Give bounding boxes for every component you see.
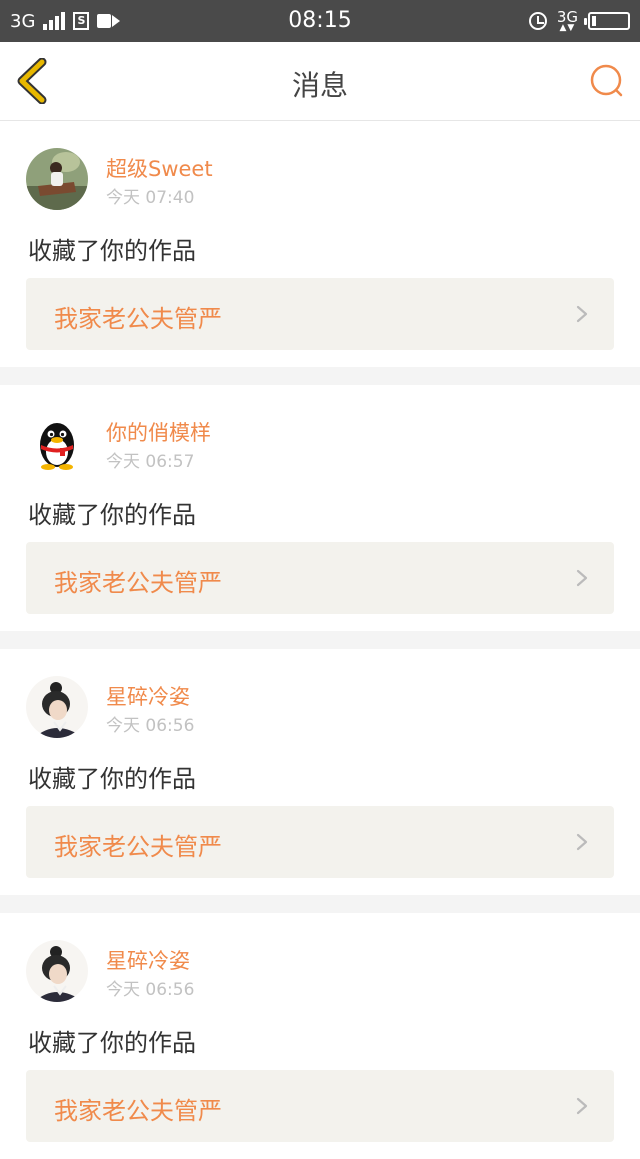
message-time: 今天 06:57	[106, 452, 195, 472]
chevron-right-icon	[576, 305, 588, 323]
avatar[interactable]	[26, 676, 88, 738]
username[interactable]: 星碎冷姿	[106, 681, 190, 711]
message-text: 收藏了你的作品	[28, 1029, 196, 1057]
nav-bar: 消息	[0, 42, 640, 121]
mobile-data-indicator: 3G ▲▼	[556, 8, 578, 33]
username[interactable]: 超级Sweet	[106, 153, 213, 183]
qq-penguin-avatar	[26, 412, 88, 474]
message-card[interactable]: 你的俏模样 今天 06:57 收藏了你的作品 我家老公夫管严	[0, 385, 640, 631]
avatar[interactable]	[26, 940, 88, 1002]
username[interactable]: 星碎冷姿	[106, 945, 190, 975]
message-card[interactable]: 星碎冷姿 今天 06:56 收藏了你的作品 我家老公夫管严	[0, 649, 640, 895]
search-icon	[590, 64, 623, 97]
avatar[interactable]	[26, 412, 88, 474]
girl-landscape-avatar	[26, 148, 88, 210]
message-card[interactable]: 超级Sweet 今天 07:40 收藏了你的作品 我家老公夫管严	[0, 121, 640, 367]
work-title: 我家老公夫管严	[54, 833, 222, 861]
work-link[interactable]: 我家老公夫管严	[26, 542, 614, 614]
message-time: 今天 06:56	[106, 716, 195, 736]
work-link[interactable]: 我家老公夫管严	[26, 278, 614, 350]
message-time: 今天 06:56	[106, 980, 195, 1000]
work-title: 我家老公夫管严	[54, 305, 222, 333]
message-text: 收藏了你的作品	[28, 237, 196, 265]
work-title: 我家老公夫管严	[54, 569, 222, 597]
status-bar: 3G S 08:15 3G ▲▼	[0, 0, 640, 42]
search-button[interactable]	[588, 62, 628, 102]
battery-icon	[584, 12, 630, 30]
girl-bun-avatar	[26, 940, 88, 1002]
work-link[interactable]: 我家老公夫管严	[26, 806, 614, 878]
work-link[interactable]: 我家老公夫管严	[26, 1070, 614, 1142]
chevron-right-icon	[576, 833, 588, 851]
avatar[interactable]	[26, 148, 88, 210]
chevron-right-icon	[576, 1097, 588, 1115]
message-text: 收藏了你的作品	[28, 765, 196, 793]
message-text: 收藏了你的作品	[28, 501, 196, 529]
message-time: 今天 07:40	[106, 188, 195, 208]
chevron-right-icon	[576, 569, 588, 587]
alarm-icon	[528, 12, 547, 30]
message-card[interactable]: 星碎冷姿 今天 06:56 收藏了你的作品 我家老公夫管严	[0, 913, 640, 1159]
work-title: 我家老公夫管严	[54, 1097, 222, 1125]
status-right: 3G ▲▼	[528, 7, 630, 35]
page-title: 消息	[291, 69, 348, 102]
username[interactable]: 你的俏模样	[106, 417, 211, 447]
girl-bun-avatar	[26, 676, 88, 738]
